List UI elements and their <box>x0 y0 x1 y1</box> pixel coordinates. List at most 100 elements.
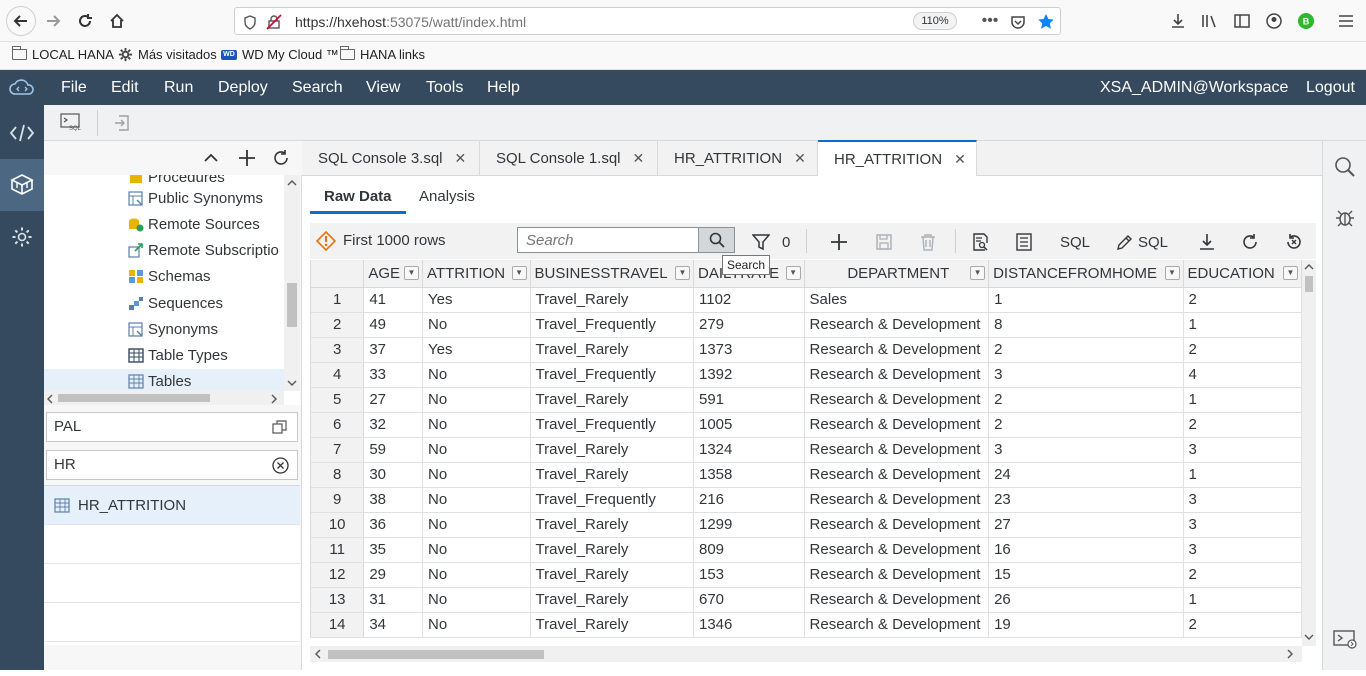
table-cell[interactable]: No <box>422 612 531 638</box>
reload-button[interactable] <box>72 8 98 34</box>
table-cell[interactable]: Research & Development <box>804 462 990 488</box>
table-cell[interactable]: 591 <box>693 387 805 413</box>
table-cell[interactable]: 1324 <box>693 437 805 463</box>
table-cell[interactable]: Research & Development <box>804 412 990 438</box>
grid-vertical-scrollbar[interactable] <box>1302 260 1316 646</box>
table-cell[interactable]: 29 <box>363 562 424 588</box>
table-cell[interactable]: 2 <box>1183 412 1302 438</box>
name-filter-input[interactable]: HR <box>46 450 298 480</box>
development-perspective-button[interactable] <box>0 107 44 159</box>
row-number-cell[interactable]: 7 <box>311 437 365 463</box>
bookmark-star-icon[interactable] <box>1037 13 1055 31</box>
table-cell[interactable]: Research & Development <box>804 387 990 413</box>
table-cell[interactable]: No <box>422 512 531 538</box>
table-cell[interactable]: 27 <box>363 387 424 413</box>
table-cell[interactable]: 3 <box>1183 487 1302 513</box>
search-pane-button[interactable] <box>1333 155 1357 179</box>
table-cell[interactable]: 2 <box>1183 337 1302 363</box>
table-cell[interactable]: 1373 <box>693 337 805 363</box>
logout-link[interactable]: Logout <box>1306 79 1355 97</box>
table-row[interactable]: 4 33 No Travel_Frequently 1392 Research & Dev… <box>311 362 1302 388</box>
tree-horizontal-scrollbar[interactable] <box>44 391 284 405</box>
tree-horizontal-scroll-thumb[interactable] <box>58 394 210 402</box>
table-cell[interactable]: 3 <box>988 362 1184 388</box>
table-cell[interactable]: 1346 <box>693 612 805 638</box>
chevron-down-icon[interactable]: ▼ <box>404 266 420 280</box>
scroll-right-arrow-icon[interactable] <box>1286 649 1294 659</box>
table-row[interactable]: 7 59 No Travel_Rarely 1324 Research & Develop… <box>311 437 1302 463</box>
tree-vertical-scroll-thumb[interactable] <box>287 283 297 327</box>
row-number-cell[interactable]: 15 <box>311 637 365 638</box>
tree-node-tables[interactable]: Tables <box>44 369 284 393</box>
menu-view[interactable]: View <box>366 79 400 97</box>
table-cell[interactable]: 1 <box>988 287 1184 313</box>
table-cell[interactable]: 1 <box>1183 387 1302 413</box>
console-pane-button[interactable] <box>1333 627 1357 651</box>
table-cell[interactable]: Research & Development <box>804 587 990 613</box>
table-row[interactable]: 3 37 Yes Travel_Rarely 1373 Research & Develo… <box>311 337 1302 363</box>
column-header-attrition[interactable]: ATTRITION ▼ <box>422 260 531 288</box>
extension-icon[interactable]: B <box>1296 11 1316 31</box>
table-cell[interactable]: 37 <box>363 337 424 363</box>
table-cell[interactable]: 27 <box>988 512 1184 538</box>
tab-raw-data[interactable]: Raw Data <box>324 188 392 205</box>
table-cell[interactable]: 3 <box>1183 637 1302 638</box>
menu-file[interactable]: File <box>61 79 87 97</box>
chevron-down-icon[interactable]: ▼ <box>785 266 801 280</box>
scroll-left-arrow-icon[interactable] <box>314 649 322 659</box>
table-cell[interactable]: Research & Development <box>804 562 990 588</box>
grid-vertical-scroll-thumb[interactable] <box>1305 276 1313 292</box>
chevron-down-icon[interactable]: ▼ <box>1164 266 1180 280</box>
table-cell[interactable]: 3 <box>1183 437 1302 463</box>
table-cell[interactable]: Research & Development <box>804 437 990 463</box>
menu-edit[interactable]: Edit <box>111 79 139 97</box>
tree-node-synonyms[interactable]: Synonyms <box>128 317 218 341</box>
library-icon[interactable] <box>1200 11 1220 31</box>
table-cell[interactable]: No <box>422 387 531 413</box>
table-cell[interactable]: 1005 <box>693 412 805 438</box>
table-cell[interactable]: Travel_Frequently <box>530 487 695 513</box>
menu-search[interactable]: Search <box>292 79 343 97</box>
table-cell[interactable]: 1299 <box>693 512 805 538</box>
table-cell[interactable]: No <box>422 362 531 388</box>
table-cell[interactable]: 1 <box>1183 312 1302 338</box>
table-cell[interactable]: No <box>422 312 531 338</box>
close-icon[interactable]: ✕ <box>954 151 966 168</box>
table-cell[interactable]: Travel_Rarely <box>530 587 695 613</box>
table-cell[interactable]: 31 <box>363 587 424 613</box>
column-header-department[interactable]: DEPARTMENT ▼ <box>804 260 990 288</box>
table-row[interactable]: 13 31 No Travel_Rarely 670 Research & Develop… <box>311 587 1302 613</box>
table-row[interactable]: 2 49 No Travel_Frequently 279 Research & Deve… <box>311 312 1302 338</box>
row-number-cell[interactable]: 13 <box>311 587 365 613</box>
table-cell[interactable]: 670 <box>693 587 805 613</box>
menu-tools[interactable]: Tools <box>426 79 463 97</box>
search-input[interactable] <box>517 227 699 253</box>
table-cell[interactable]: 1358 <box>693 462 805 488</box>
scroll-down-arrow-icon[interactable] <box>287 379 297 387</box>
debugger-button[interactable] <box>1333 205 1357 229</box>
column-list-button[interactable] <box>1016 232 1032 252</box>
open-sql-button[interactable]: SQL <box>1060 232 1090 252</box>
add-database-button[interactable] <box>236 147 258 169</box>
table-cell[interactable]: 33 <box>363 362 424 388</box>
pocket-icon[interactable] <box>1009 13 1027 31</box>
table-cell[interactable]: 2 <box>1183 562 1302 588</box>
sidebar-icon[interactable] <box>1232 11 1252 31</box>
filter-button[interactable]: 0 <box>752 232 790 252</box>
row-number-cell[interactable]: 6 <box>311 412 365 438</box>
table-cell[interactable]: Travel_Rarely <box>530 337 695 363</box>
chevron-down-icon[interactable]: ▼ <box>511 266 527 280</box>
reset-button[interactable] <box>1285 232 1303 252</box>
add-row-button[interactable] <box>830 232 848 252</box>
table-row[interactable]: 12 29 No Travel_Rarely 153 Research & Develop… <box>311 562 1302 588</box>
table-cell[interactable]: 2 <box>988 337 1184 363</box>
table-cell[interactable]: 24 <box>988 637 1184 638</box>
table-row[interactable]: 8 30 No Travel_Rarely 1358 Research & Develop… <box>311 462 1302 488</box>
table-cell[interactable]: 16 <box>988 537 1184 563</box>
schema-filter-field[interactable]: PAL <box>46 412 298 442</box>
list-item[interactable]: HR_ATTRITION <box>44 486 300 525</box>
tree-node-remote-subscriptions[interactable]: Remote Subscriptio <box>128 238 279 262</box>
row-number-cell[interactable]: 8 <box>311 462 365 488</box>
scroll-up-arrow-icon[interactable] <box>1304 263 1314 271</box>
delete-row-button[interactable] <box>919 232 937 252</box>
